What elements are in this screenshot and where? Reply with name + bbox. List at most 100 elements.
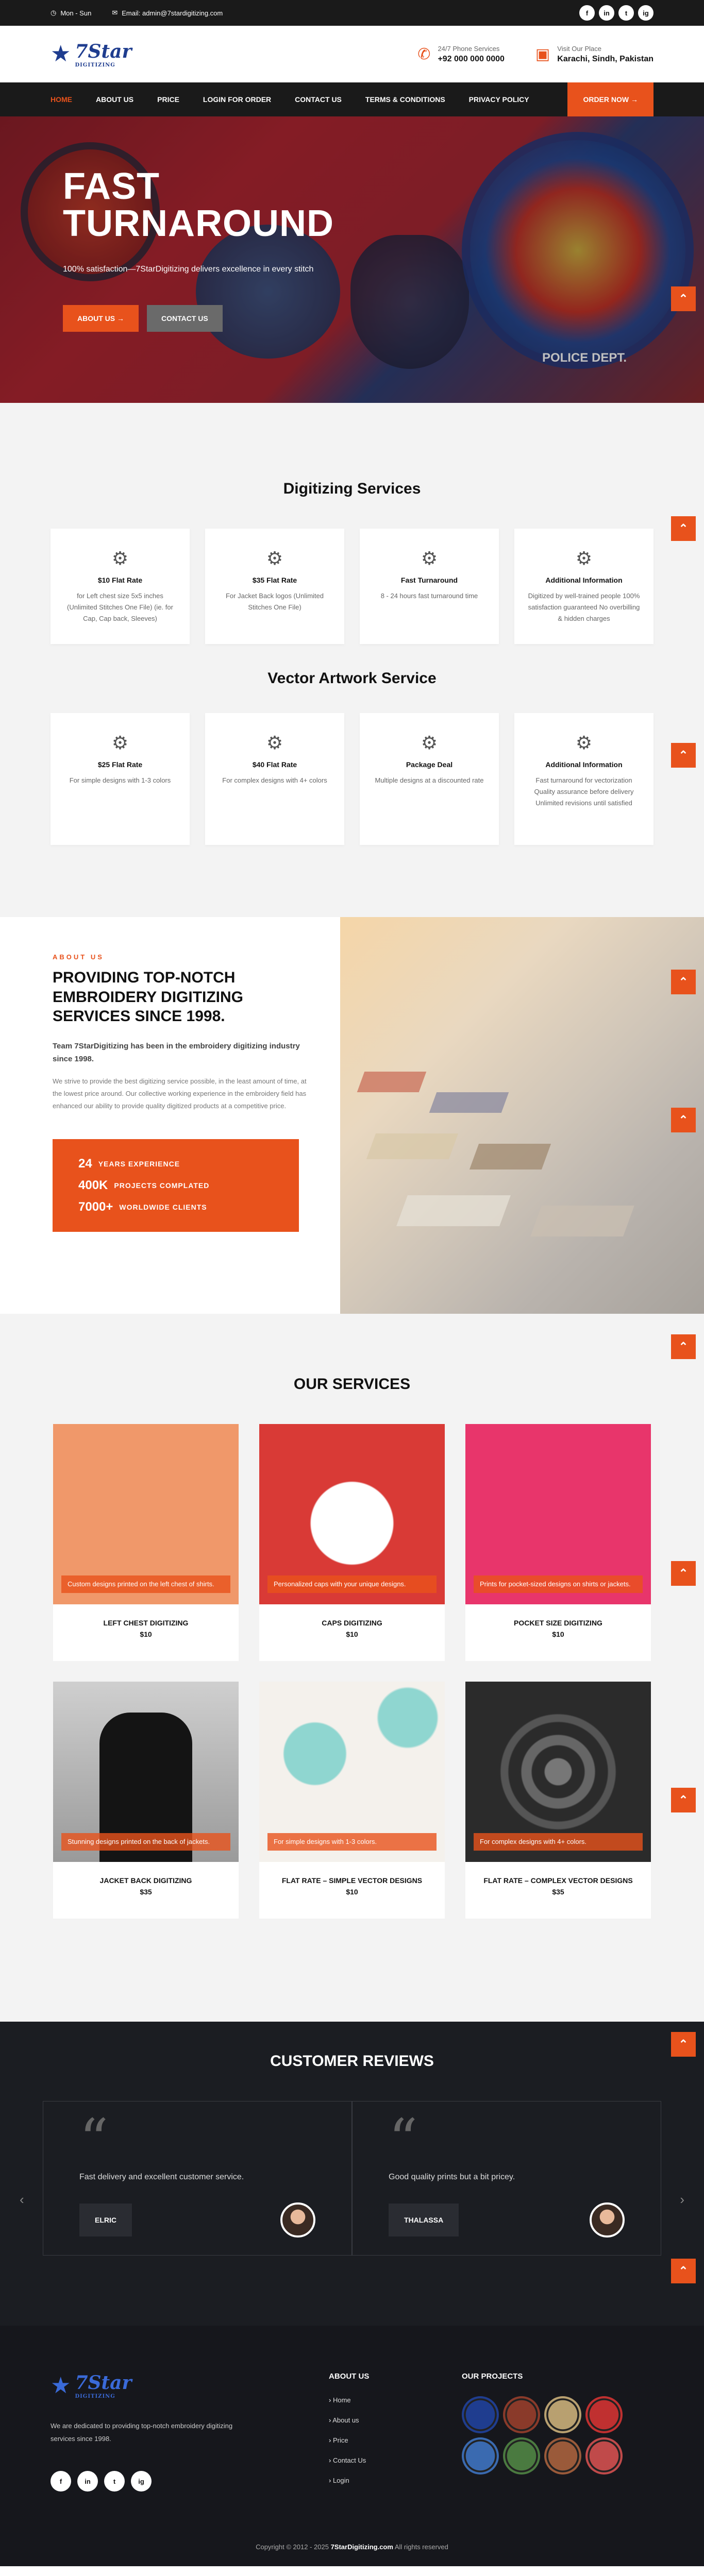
needle-icon: ⚙ (421, 548, 438, 569)
footer-logo[interactable]: ★ 7Star DIGITIZING (51, 2372, 236, 2399)
site-header: ★ 7Star DIGITIZING ✆ 24/7 Phone Services +… (0, 26, 704, 82)
service-image: For simple designs with 1-3 colors. (259, 1682, 445, 1862)
project-thumbnail[interactable] (462, 2396, 499, 2433)
copyright: Copyright © 2012 - 2025 7StarDigitizing.… (256, 2543, 448, 2551)
stat-item: 24 YEARS EXPERIENCE (78, 1156, 180, 1171)
needle-icon: ⚙ (111, 548, 129, 569)
project-thumbnail[interactable] (503, 2396, 540, 2433)
project-thumbnail[interactable] (503, 2437, 540, 2475)
clock-icon: ◷ (51, 9, 57, 16)
footer-col-title: ABOUT US (329, 2372, 370, 2381)
project-thumbnail[interactable] (462, 2437, 499, 2475)
top-bar: ◷ Mon - Sun ✉ Email: admin@7stardigitizing… (0, 0, 704, 26)
facebook-icon[interactable]: f (579, 5, 595, 21)
nav-terms[interactable]: TERMS & CONDITIONS (365, 95, 445, 104)
price-card: ⚙ Additional Information Digitized by well… (514, 529, 653, 644)
price-card: ⚙ Fast Turnaround 8 - 24 hours fast turnar… (360, 529, 499, 644)
email[interactable]: ✉ Email: admin@7stardigitizing.com (112, 9, 223, 17)
scroll-top-button[interactable]: ⌃ (671, 1788, 696, 1812)
avatar (590, 2202, 625, 2238)
building-icon: ▣ (535, 45, 550, 63)
nav-price[interactable]: PRICE (157, 95, 179, 104)
twitter-icon[interactable]: t (104, 2471, 125, 2492)
location-block: ▣ Visit Our Place Karachi, Sindh, Pakista… (535, 44, 653, 63)
scroll-top-button[interactable]: ⌃ (671, 286, 696, 311)
phone-block[interactable]: ✆ 24/7 Phone Services +92 000 000 0000 (417, 45, 505, 64)
price-card: ⚙ $25 Flat Rate For simple designs with 1-… (51, 713, 190, 845)
project-thumbnail[interactable] (585, 2396, 623, 2433)
footer-about-text: We are dedicated to providing top-notch … (51, 2422, 233, 2443)
reviews-section: ⌃ ⌃ CUSTOMER REVIEWS ‹ › “ Fast delivery… (0, 2022, 704, 2326)
footer-col-title: OUR PROJECTS (462, 2372, 523, 2381)
scroll-top-button[interactable]: ⌃ (671, 1561, 696, 1586)
next-arrow-icon[interactable]: › (680, 2192, 684, 2208)
digitizing-title: Digitizing Services (283, 480, 421, 497)
site-footer: ★ 7Star DIGITIZING We are dedicated to pr… (0, 2326, 704, 2566)
service-image: Custom designs printed on the left chest… (53, 1424, 239, 1604)
nav-contact[interactable]: CONTACT US (295, 95, 342, 104)
footer-link-price[interactable]: Price (329, 2436, 369, 2444)
scroll-top-button[interactable]: ⌃ (671, 2032, 696, 2057)
footer-link-login[interactable]: Login (329, 2477, 369, 2484)
scroll-top-button[interactable]: ⌃ (671, 1108, 696, 1132)
footer-link-about[interactable]: About us (329, 2416, 369, 2424)
order-now-button[interactable]: ORDER NOW → (567, 82, 653, 116)
footer-link-contact[interactable]: Contact Us (329, 2456, 369, 2464)
needle-icon: ⚙ (266, 732, 283, 753)
price-card: ⚙ $40 Flat Rate For complex designs with 4… (205, 713, 344, 845)
footer-link-home[interactable]: Home (329, 2396, 369, 2404)
stats-box: 24 YEARS EXPERIENCE 400K PROJECTS COMPLATE… (53, 1139, 299, 1232)
project-thumbnail[interactable] (544, 2437, 581, 2475)
scroll-top-button[interactable]: ⌃ (671, 2259, 696, 2283)
top-socials: f in t ig (579, 5, 653, 21)
about-us-button[interactable]: ABOUT US → (63, 305, 139, 332)
prev-arrow-icon[interactable]: ‹ (20, 2192, 24, 2208)
contact-us-button[interactable]: CONTACT US (147, 305, 223, 332)
price-card: ⚙ $10 Flat Rate for Left chest size 5x5 in… (51, 529, 190, 644)
needle-icon: ⚙ (266, 548, 283, 569)
instagram-icon[interactable]: ig (638, 5, 653, 21)
stat-item: 400K PROJECTS COMPLATED (78, 1178, 210, 1192)
review-card: “ Fast delivery and excellent customer s… (43, 2101, 352, 2256)
scroll-top-button[interactable]: ⌃ (671, 743, 696, 768)
about-section: ABOUT US PROVIDING TOP-NOTCH EMBROIDERY … (0, 917, 704, 1314)
scroll-top-button[interactable]: ⌃ (671, 970, 696, 994)
linkedin-icon[interactable]: in (77, 2471, 98, 2492)
review-card: “ Good quality prints but a bit pricey. … (352, 2101, 661, 2256)
facebook-icon[interactable]: f (51, 2471, 71, 2492)
services-section: ⌃ ⌃ ⌃ OUR SERVICES Custom designs printe… (0, 1314, 704, 2022)
star-logo-icon: ★ (51, 41, 71, 66)
nav-privacy[interactable]: PRIVACY POLICY (469, 95, 529, 104)
hero-title: FAST TURNAROUND (63, 166, 334, 244)
about-lead: Team 7StarDigitizing has been in the emb… (53, 1041, 300, 1064)
service-card[interactable]: Stunning designs printed on the back of … (53, 1682, 239, 1919)
service-card[interactable]: For complex designs with 4+ colors. FLAT… (465, 1682, 651, 1919)
service-card[interactable]: Custom designs printed on the left chest… (53, 1424, 239, 1661)
phone-icon: ✆ (417, 45, 431, 63)
site-logo[interactable]: ★ 7Star DIGITIZING (51, 41, 131, 68)
project-thumbnail[interactable] (585, 2437, 623, 2475)
service-card[interactable]: Personalized caps with your unique desig… (259, 1424, 445, 1661)
nav-about[interactable]: ABOUT US (96, 95, 133, 104)
scroll-top-button[interactable]: ⌃ (671, 1334, 696, 1359)
star-logo-icon: ★ (51, 2372, 71, 2398)
instagram-icon[interactable]: ig (131, 2471, 152, 2492)
quote-icon: “ (389, 2107, 418, 2173)
needle-icon: ⚙ (575, 548, 593, 569)
service-card[interactable]: Prints for pocket-sized designs on shirt… (465, 1424, 651, 1661)
service-card[interactable]: For simple designs with 1-3 colors. FLAT… (259, 1682, 445, 1919)
nav-login-order[interactable]: LOGIN FOR ORDER (203, 95, 271, 104)
hours: ◷ Mon - Sun (51, 9, 92, 17)
project-thumbnail[interactable] (544, 2396, 581, 2433)
nav-home[interactable]: HOME (51, 95, 72, 104)
scroll-top-button[interactable]: ⌃ (671, 516, 696, 541)
price-card: ⚙ $35 Flat Rate For Jacket Back logos (Unl… (205, 529, 344, 644)
linkedin-icon[interactable]: in (599, 5, 614, 21)
service-image: Prints for pocket-sized designs on shirt… (465, 1424, 651, 1604)
twitter-icon[interactable]: t (618, 5, 634, 21)
avatar (280, 2202, 315, 2238)
needle-icon: ⚙ (421, 732, 438, 753)
pricing-section: ⌃ ⌃ ⌃ Digitizing Services ⚙ $10 Flat Rate… (0, 403, 704, 994)
needle-icon: ⚙ (111, 732, 129, 753)
price-card: ⚙ Additional Information Fast turnaround f… (514, 713, 653, 845)
